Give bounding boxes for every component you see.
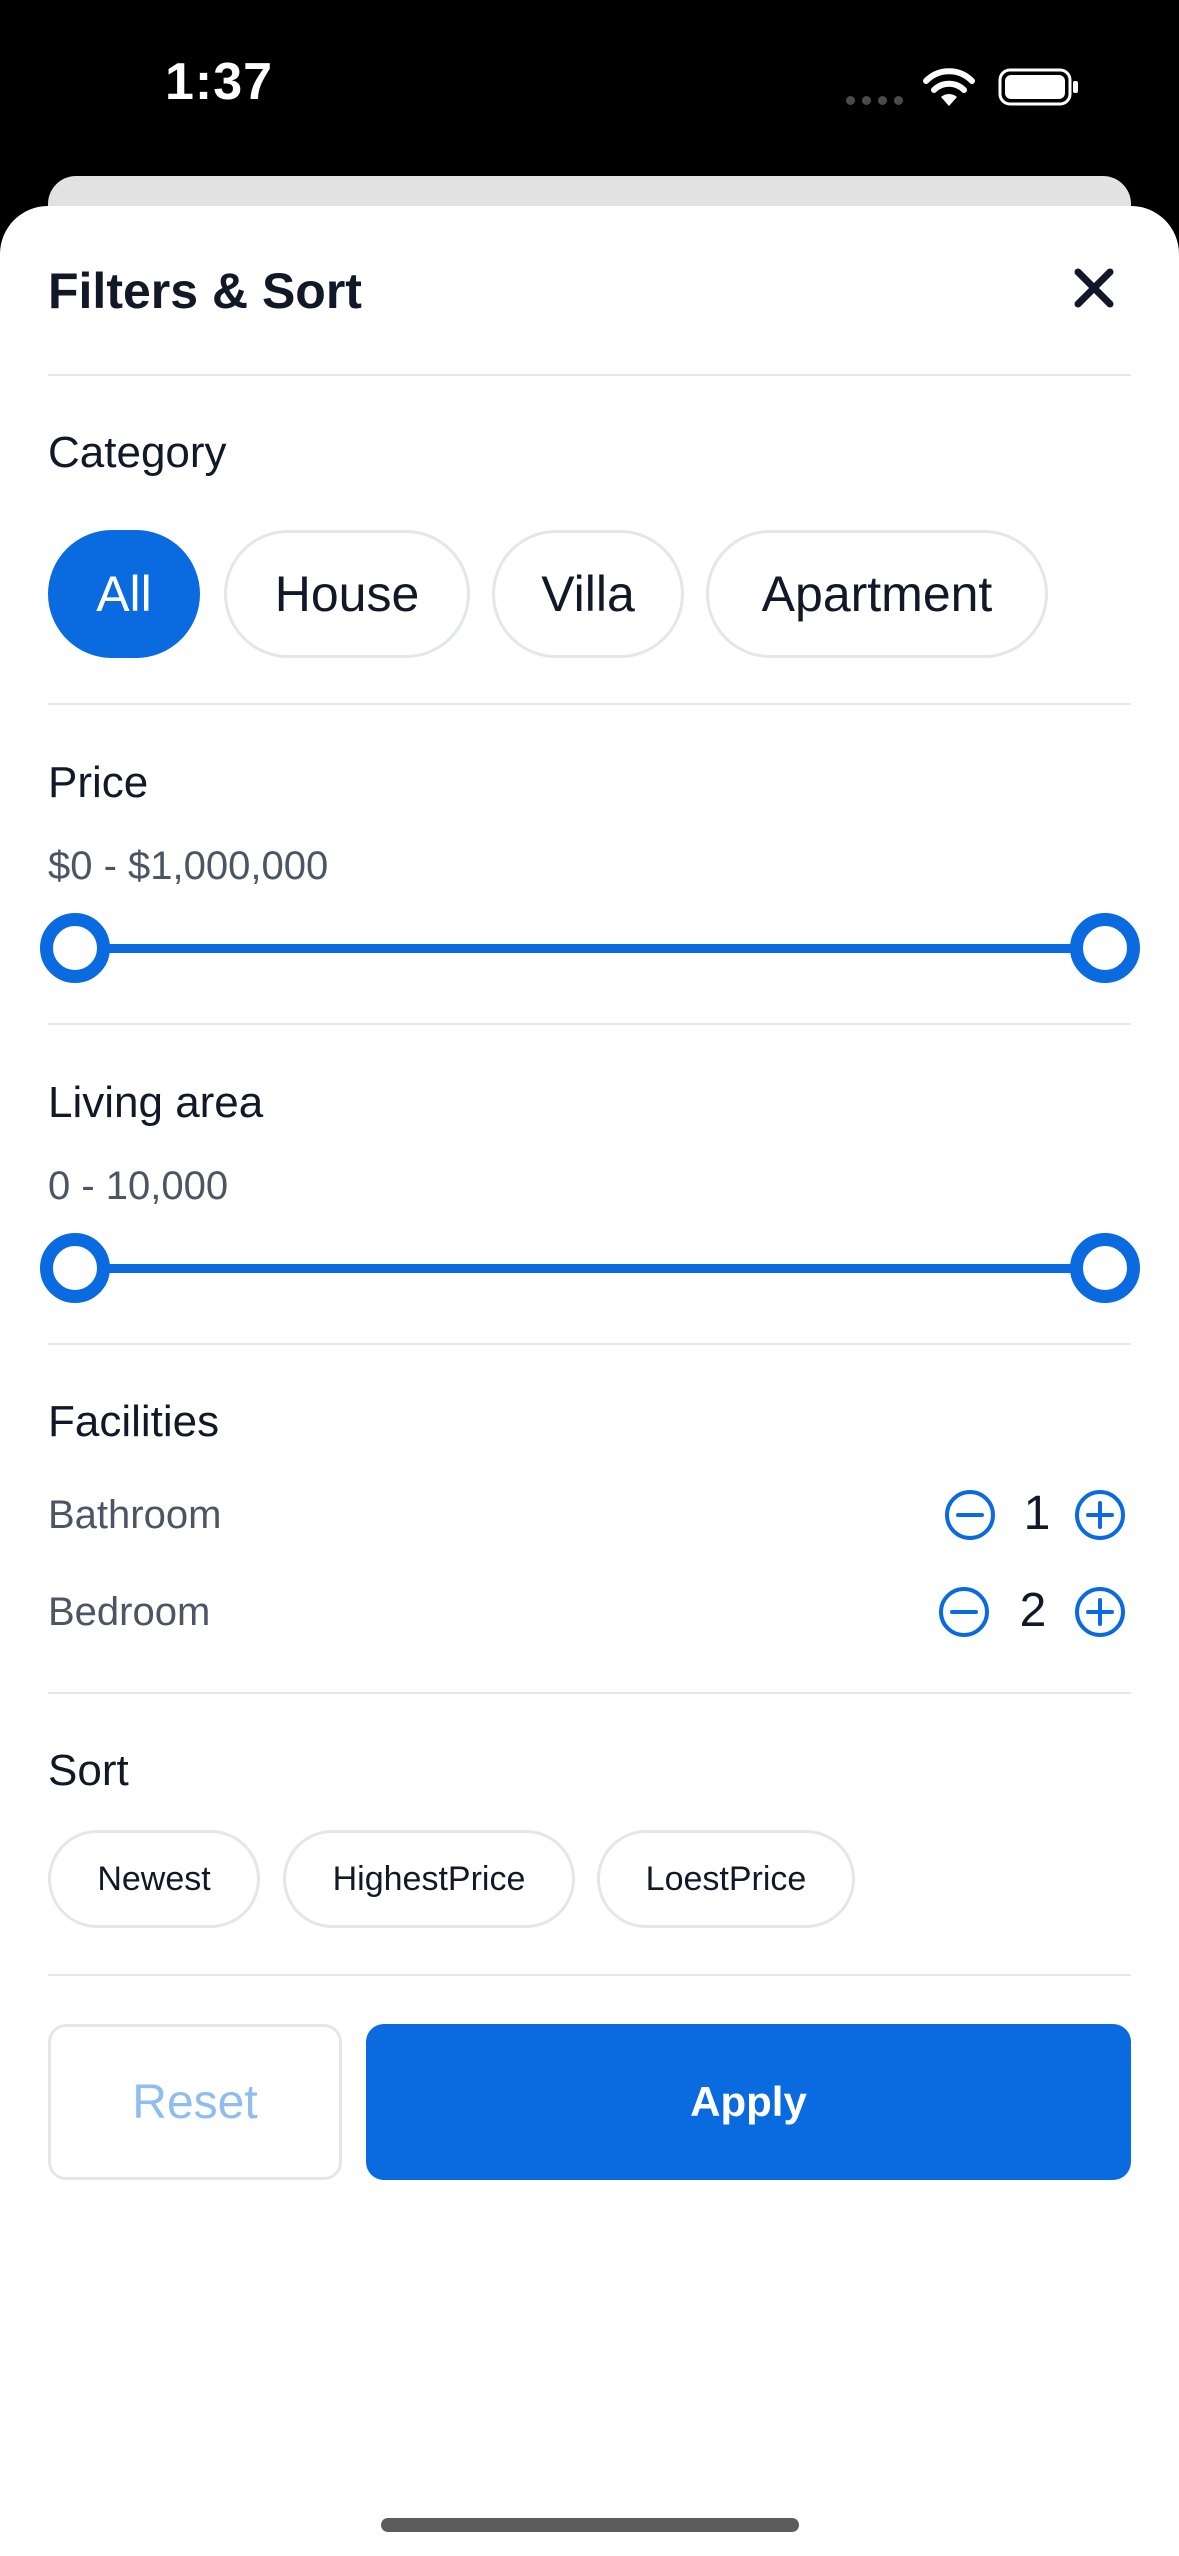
battery-icon (998, 68, 1078, 106)
chip-label: Apartment (761, 566, 993, 622)
price-range-slider[interactable] (40, 913, 1140, 983)
divider (48, 1023, 1131, 1025)
divider (48, 703, 1131, 705)
living-area-range-text: 0 - 10,000 (48, 1164, 229, 1208)
bedroom-increment-icon[interactable] (1073, 1585, 1127, 1639)
sort-chip-label: LoestPrice (645, 1859, 807, 1898)
slider-handle-max[interactable] (1070, 913, 1140, 983)
category-chip-villa[interactable]: Villa (492, 530, 684, 658)
bedroom-count: 2 (1019, 1584, 1047, 1637)
bathroom-decrement-icon[interactable] (943, 1488, 997, 1542)
sort-title: Sort (48, 1746, 129, 1795)
close-icon[interactable] (1068, 262, 1120, 314)
cellular-signal-icon (846, 96, 906, 106)
chip-label: House (274, 566, 420, 622)
slider-handle-max[interactable] (1070, 1233, 1140, 1303)
sort-chip-label: Newest (97, 1859, 211, 1898)
sort-chip-lowest-price[interactable]: LoestPrice (597, 1830, 855, 1928)
home-indicator (381, 2518, 799, 2532)
divider (48, 1343, 1131, 1345)
chip-label: Villa (541, 566, 635, 622)
price-title: Price (48, 758, 149, 807)
sort-chip-highest-price[interactable]: HighestPrice (283, 1830, 575, 1928)
living-area-title: Living area (48, 1078, 264, 1127)
slider-track (70, 944, 1110, 953)
bathroom-increment-icon[interactable] (1073, 1488, 1127, 1542)
living-area-range-slider[interactable] (40, 1233, 1140, 1303)
sort-chip-label: HighestPrice (332, 1859, 526, 1898)
slider-track (70, 1264, 1110, 1273)
reset-button-label: Reset (132, 2075, 258, 2129)
price-range-text: $0 - $1,000,000 (48, 844, 329, 888)
sort-chip-newest[interactable]: Newest (48, 1830, 260, 1928)
category-chip-apartment[interactable]: Apartment (706, 530, 1048, 658)
divider (48, 1974, 1131, 1976)
category-chip-house[interactable]: House (224, 530, 470, 658)
bedroom-decrement-icon[interactable] (937, 1585, 991, 1639)
divider (48, 374, 1131, 376)
chip-label: All (96, 566, 152, 622)
bathroom-count: 1 (1023, 1487, 1051, 1540)
status-bar: 1:37 (0, 0, 1179, 180)
category-chip-all[interactable]: All (48, 530, 200, 658)
reset-button[interactable]: Reset (48, 2024, 342, 2180)
page-title: Filters & Sort (48, 263, 362, 319)
wifi-icon (923, 68, 975, 106)
bathroom-label: Bathroom (48, 1493, 222, 1537)
apply-button[interactable]: Apply (366, 2024, 1131, 2180)
slider-handle-min[interactable] (40, 1233, 110, 1303)
status-time: 1:37 (165, 53, 274, 111)
slider-handle-min[interactable] (40, 913, 110, 983)
divider (48, 1692, 1131, 1694)
apply-button-label: Apply (690, 2078, 807, 2125)
bedroom-label: Bedroom (48, 1590, 211, 1634)
category-title: Category (48, 428, 227, 477)
facilities-title: Facilities (48, 1397, 220, 1446)
